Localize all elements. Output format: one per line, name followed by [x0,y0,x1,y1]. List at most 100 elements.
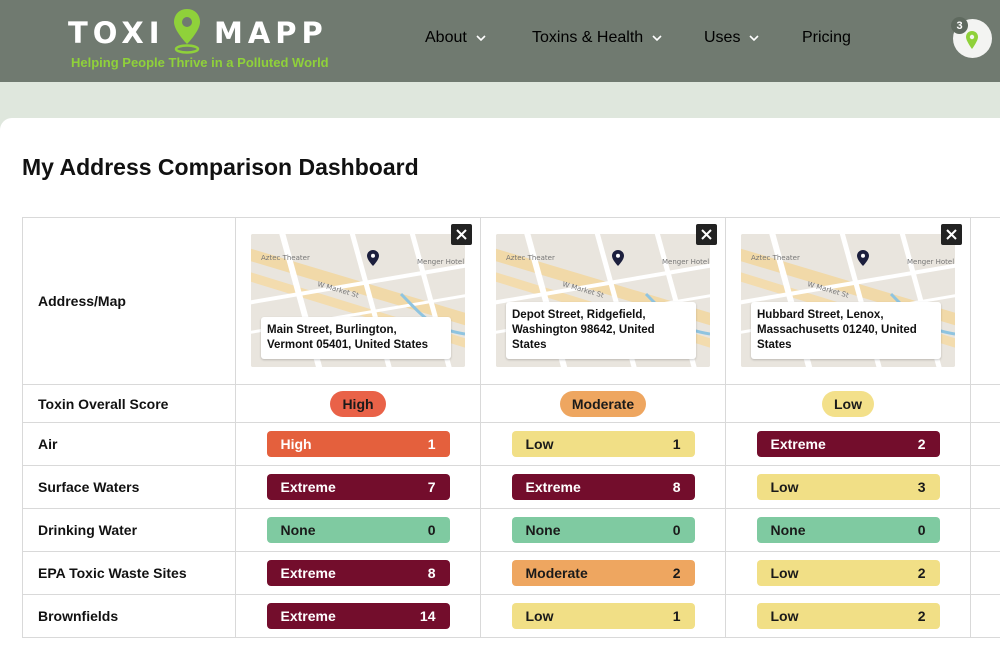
remove-address-button[interactable] [696,224,717,245]
metric-cell: None 0 [235,509,480,551]
metric-badge[interactable]: None 0 [266,517,450,543]
metric-cell: Moderate 2 [480,552,725,594]
map-label: Menger Hotel [662,258,709,266]
site-header: TOXI MAPP Helping People Thrive in a Pol… [0,0,1000,82]
metric-row: EPA Toxic Waste Sites Extreme 8 Moderate 2 Lo… [22,552,1000,595]
row-label: Address/Map [22,218,235,384]
metric-row: Drinking Water None 0 None 0 None 0 [22,509,1000,552]
address-label: Depot Street, Ridgefield, Washington 986… [506,302,696,359]
metric-level: Low [525,608,554,624]
row-label: Surface Waters [22,466,235,508]
nav-label: Uses [704,29,741,46]
nav-uses[interactable]: Uses [704,29,760,47]
metric-badge[interactable]: Low 2 [756,560,940,586]
remove-address-button[interactable] [941,224,962,245]
close-icon [701,229,712,240]
logo-text-right: MAPP [214,16,328,50]
metric-level: Low [770,479,799,495]
map-label: Menger Hotel [907,258,954,266]
remove-address-button[interactable] [451,224,472,245]
metric-badge[interactable]: High 1 [266,431,450,457]
metric-row: Brownfields Extreme 14 Low 1 Low 2 [22,595,1000,638]
cart-count-badge: 3 [951,17,968,34]
overall-score-badge: Moderate [559,390,647,417]
metric-cell: Low 1 [480,595,725,637]
map-marker-icon [857,250,869,266]
metric-level: Low [525,436,554,452]
metric-level: Extreme [280,565,336,581]
metric-badge[interactable]: Low 1 [511,603,695,629]
map-pin-icon [966,31,978,49]
row-label: Air [22,423,235,465]
metric-count: 2 [672,565,681,581]
metric-count: 1 [672,436,681,452]
metric-badge[interactable]: Extreme 7 [266,474,450,500]
metric-cell: Extreme 8 [480,466,725,508]
metric-badge[interactable]: Moderate 2 [511,560,695,586]
metric-row: Air High 1 Low 1 Extreme 2 [22,423,1000,466]
metric-level: Low [770,608,799,624]
row-label: EPA Toxic Waste Sites [22,552,235,594]
metric-count: 2 [917,436,926,452]
metric-cell: Extreme 2 [725,423,970,465]
nav-label: Pricing [802,29,851,46]
metric-count: 7 [427,479,436,495]
logo[interactable]: TOXI MAPP Helping People Thrive in a Pol… [68,8,338,74]
overall-score-row: Toxin Overall Score High Moderate Low [22,385,1000,423]
metric-level: Extreme [280,479,336,495]
metric-cell: Extreme 7 [235,466,480,508]
location-map[interactable]: Aztec Theater Menger Hotel W Market St M… [251,234,465,367]
chevron-down-icon [749,35,760,42]
address-row: Address/Map Aztec Theater Menger Hotel W… [22,218,1000,385]
metric-badge[interactable]: Low 3 [756,474,940,500]
location-map[interactable]: Aztec Theater Menger Hotel W Market St H… [741,234,955,367]
metric-count: 8 [672,479,681,495]
dashboard-panel: My Address Comparison Dashboard Address/… [0,118,1000,666]
metric-cell: Low 2 [725,552,970,594]
metric-count: 2 [917,565,926,581]
metric-cell: Low 2 [725,595,970,637]
logo-text-left: TOXI [68,16,165,50]
metric-count: 14 [419,608,436,624]
map-label: Menger Hotel [417,258,464,266]
location-map[interactable]: Aztec Theater Menger Hotel W Market St D… [496,234,710,367]
metric-level: None [525,522,561,538]
metric-badge[interactable]: Extreme 14 [266,603,450,629]
map-marker-icon [612,250,624,266]
metric-count: 3 [917,479,926,495]
map-label: Aztec Theater [261,254,310,262]
metric-count: 0 [427,522,436,538]
metric-cell: None 0 [725,509,970,551]
metric-cell: Extreme 14 [235,595,480,637]
nav-about[interactable]: About [425,29,487,47]
close-icon [946,229,957,240]
metric-count: 0 [672,522,681,538]
metric-badge[interactable]: Extreme 8 [511,474,695,500]
nav-label: Toxins & Health [532,29,644,46]
address-cell: Aztec Theater Menger Hotel W Market St M… [235,218,480,384]
metric-badge[interactable]: None 0 [511,517,695,543]
table-overflow-cell [970,509,1000,551]
chevron-down-icon [652,35,662,42]
metric-level: Moderate [525,565,588,581]
overall-score-badge: High [330,390,386,417]
metric-row: Surface Waters Extreme 7 Extreme 8 Low 3 [22,466,1000,509]
nav-toxins-health[interactable]: Toxins & Health [532,29,663,47]
map-label: Aztec Theater [751,254,800,262]
metric-badge[interactable]: Extreme 2 [756,431,940,457]
address-label: Hubbard Street, Lenox, Massachusetts 012… [751,302,941,359]
metric-badge[interactable]: None 0 [756,517,940,543]
table-overflow-cell [970,385,1000,422]
metric-badge[interactable]: Low 2 [756,603,940,629]
table-overflow-cell [970,466,1000,508]
row-label: Drinking Water [22,509,235,551]
comparison-table: Address/Map Aztec Theater Menger Hotel W… [22,217,1000,638]
metric-badge[interactable]: Low 1 [511,431,695,457]
metric-badge[interactable]: Extreme 8 [266,560,450,586]
score-cell: Moderate [480,385,725,422]
nav-pricing[interactable]: Pricing [802,29,851,47]
table-overflow-cell [970,218,1000,384]
metric-count: 1 [427,436,436,452]
address-label: Main Street, Burlington, Vermont 05401, … [261,317,451,359]
nav-label: About [425,29,467,46]
